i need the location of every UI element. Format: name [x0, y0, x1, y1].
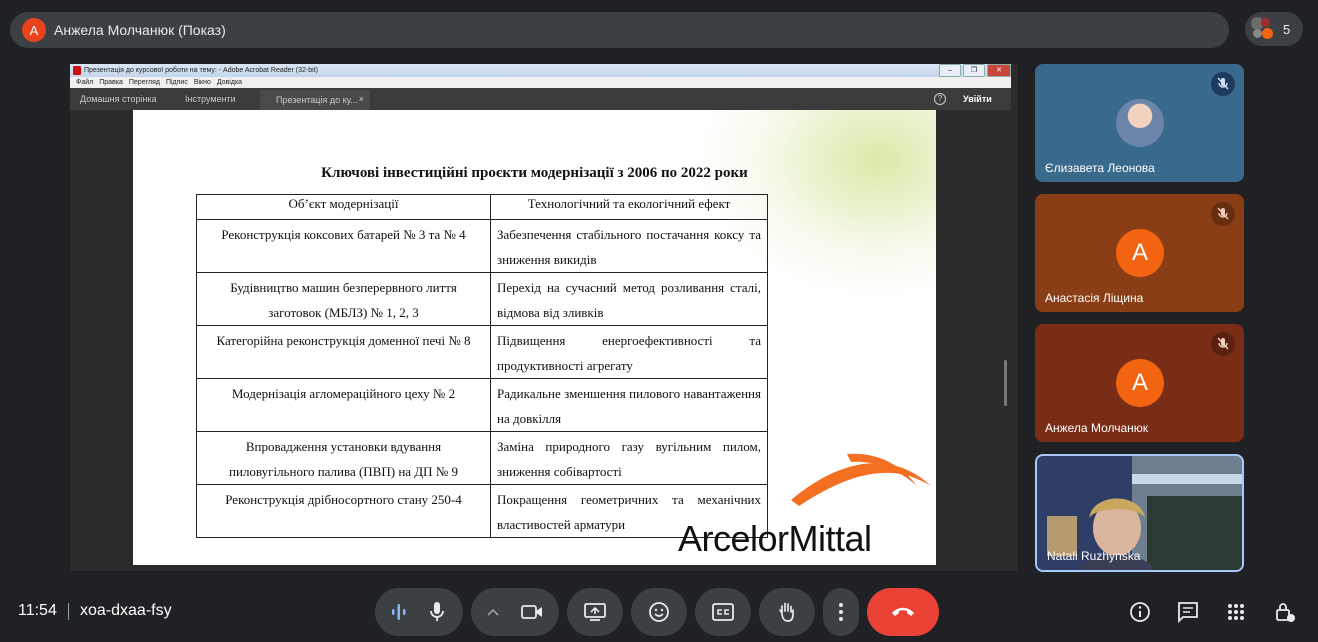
tab-document[interactable]: Презентація до ку... × — [260, 90, 370, 110]
presenter-title: Анжела Молчанюк (Показ) — [54, 22, 226, 38]
sign-in-button[interactable]: Увійти — [963, 94, 992, 104]
participants-avatars-icon — [1249, 16, 1275, 42]
table-row: Модернізація агломераційного цеху № 2 Рад… — [196, 378, 768, 432]
slide-page: Ключові інвестиційні проєкти модернізаці… — [133, 110, 936, 565]
effect-cell: Забезпечення стабільного постачання кокс… — [490, 219, 768, 273]
close-window-button[interactable]: ✕ — [987, 64, 1011, 77]
acrobat-icon — [73, 66, 81, 75]
mic-icon[interactable] — [428, 601, 446, 623]
modernization-object-cell: Модернізація агломераційного цеху № 2 — [196, 378, 491, 432]
menu-item-edit[interactable]: Правка — [99, 79, 123, 86]
participants-count: 5 — [1283, 21, 1291, 37]
participant-avatar — [1116, 99, 1164, 147]
raise-hand-icon — [779, 602, 794, 622]
divider — [68, 603, 69, 620]
activities-icon — [1228, 604, 1244, 620]
participant-avatar: А — [1116, 229, 1164, 277]
table-row: Впровадження установки вдування пиловугі… — [196, 431, 768, 485]
reactions-button[interactable] — [631, 588, 687, 636]
menu-item-sign[interactable]: Підпис — [166, 79, 188, 86]
table-row: Будівництво машин безперервного лиття за… — [196, 272, 768, 326]
mic-control-group — [375, 588, 463, 636]
participant-name: Natali Ruzhynska — [1047, 549, 1141, 563]
table-row: Реконструкція коксових батарей № 3 та № … — [196, 219, 768, 273]
participant-name: Єлизавета Леонова — [1045, 161, 1155, 175]
present-button[interactable] — [567, 588, 623, 636]
slide-title: Ключові інвестиційні проєкти модернізаці… — [321, 165, 748, 181]
participant-tile[interactable]: Єлизавета Леонова — [1035, 64, 1244, 182]
activities-button[interactable] — [1224, 600, 1248, 624]
more-vert-icon — [839, 603, 843, 621]
menu-bar: Файл Правка Перегляд Підпис Вікно Довідк… — [70, 77, 1011, 88]
meeting-code: xoa-dxaa-fsy — [80, 602, 172, 619]
help-icon[interactable]: ? — [934, 93, 946, 105]
modernization-object-cell: Впровадження установки вдування пиловугі… — [196, 431, 491, 485]
window-title-bar: Презентація до курсової роботи на тему: … — [70, 64, 1011, 77]
captions-icon — [712, 603, 734, 621]
participant-video-tile[interactable]: Natali Ruzhynska — [1035, 454, 1244, 572]
viewer-scrollbar[interactable] — [1004, 360, 1007, 406]
effect-cell: Перехід на сучасний метод розливання ста… — [490, 272, 768, 326]
info-icon — [1130, 602, 1150, 622]
leave-call-button[interactable] — [867, 588, 939, 636]
projects-table: Об’єкт модернізації Технологічний та еко… — [196, 194, 768, 538]
presenter-bar: А Анжела Молчанюк (Показ) — [10, 12, 1229, 48]
modernization-object-cell: Реконструкція коксових батарей № 3 та № … — [196, 219, 491, 273]
mic-off-icon — [1211, 72, 1235, 96]
minimize-button[interactable]: – — [939, 64, 961, 77]
participant-tile[interactable]: А Анастасія Ліщина — [1035, 194, 1244, 312]
camera-control-group — [471, 588, 559, 636]
chevron-up-icon[interactable] — [487, 608, 499, 616]
captions-button[interactable] — [695, 588, 751, 636]
more-options-button[interactable] — [823, 588, 859, 636]
modernization-object-cell: Реконструкція дрібносортного стану 250-4 — [196, 484, 491, 538]
menu-item-file[interactable]: Файл — [76, 79, 93, 86]
emoji-icon — [649, 602, 669, 622]
table-row: Категорійна реконструкція доменної печі … — [196, 325, 768, 379]
shared-screen: Презентація до курсової роботи на тему: … — [70, 64, 1018, 571]
audio-levels-icon — [392, 603, 406, 621]
participants-button[interactable]: 5 — [1245, 12, 1303, 46]
reader-tab-bar: Домашня сторінка Інструменти Презентація… — [70, 88, 1011, 110]
effect-cell: Підвищення енергоефективності та продукт… — [490, 325, 768, 379]
tab-tools[interactable]: Інструменти — [185, 94, 236, 104]
menu-item-help[interactable]: Довідка — [217, 79, 242, 86]
meeting-details-button[interactable] — [1128, 600, 1152, 624]
mic-off-icon — [1211, 202, 1235, 226]
raise-hand-button[interactable] — [759, 588, 815, 636]
participant-avatar: А — [1116, 359, 1164, 407]
logo-text: ArcelorMittal — [678, 518, 872, 559]
participant-name: Анжела Молчанюк — [1045, 421, 1149, 435]
table-header-effect: Технологічний та екологічний ефект — [490, 194, 768, 220]
participant-tile[interactable]: А Анжела Молчанюк — [1035, 324, 1244, 442]
tab-document-label: Презентація до ку... — [276, 95, 358, 105]
tab-close-icon[interactable]: × — [359, 94, 364, 104]
document-viewer: Ключові інвестиційні проєкти модернізаці… — [70, 110, 1011, 565]
window-title: Презентація до курсової роботи на тему: … — [84, 67, 318, 74]
maximize-button[interactable]: ❐ — [963, 64, 985, 77]
chat-icon — [1178, 602, 1198, 623]
effect-cell: Заміна природного газу вугільним пилом, … — [490, 431, 768, 485]
present-icon — [584, 603, 606, 621]
end-call-icon — [892, 607, 914, 616]
participant-name: Анастасія Ліщина — [1045, 291, 1144, 305]
menu-item-view[interactable]: Перегляд — [129, 79, 160, 86]
mic-off-icon — [1211, 332, 1235, 356]
camera-icon[interactable] — [521, 604, 543, 620]
modernization-object-cell: Категорійна реконструкція доменної печі … — [196, 325, 491, 379]
tab-home[interactable]: Домашня сторінка — [80, 94, 157, 104]
presenter-avatar: А — [22, 18, 46, 42]
host-controls-button[interactable] — [1273, 600, 1297, 624]
host-controls-icon — [1276, 603, 1295, 622]
modernization-object-cell: Будівництво машин безперервного лиття за… — [196, 272, 491, 326]
chat-button[interactable] — [1176, 600, 1200, 624]
effect-cell: Радикальне зменшення пилового навантажен… — [490, 378, 768, 432]
table-header-object: Об’єкт модернізації — [196, 194, 491, 220]
clock: 11:54 — [18, 602, 57, 619]
arcelormittal-logo-icon — [791, 453, 931, 506]
menu-item-window[interactable]: Вікно — [194, 79, 211, 86]
